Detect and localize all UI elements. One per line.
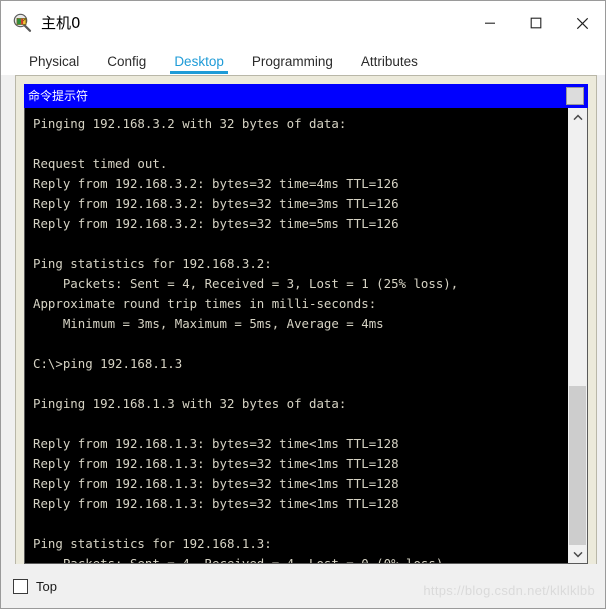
top-checkbox[interactable] bbox=[13, 578, 28, 594]
command-prompt-window: 命令提示符 Pinging 192.168.3.2 with 32 bytes … bbox=[24, 84, 588, 564]
window-controls bbox=[467, 1, 605, 45]
close-icon bbox=[576, 17, 588, 29]
top-checkbox-label: Top bbox=[36, 578, 57, 594]
bottom-bar: Top https://blog.csdn.net/klklklbb bbox=[1, 564, 605, 608]
window-titlebar: 主机0 bbox=[1, 1, 605, 45]
packet-tracer-host-icon bbox=[13, 13, 33, 33]
terminal-output[interactable]: Pinging 192.168.3.2 with 32 bytes of dat… bbox=[25, 108, 567, 563]
command-prompt-system-button[interactable] bbox=[566, 87, 584, 105]
window-title: 主机0 bbox=[41, 13, 81, 32]
scrollbar-track[interactable] bbox=[568, 126, 587, 545]
tab-config[interactable]: Config bbox=[93, 54, 160, 75]
minimize-icon bbox=[485, 22, 495, 24]
host-properties-window: 主机0 Physical Config Desktop Programming … bbox=[0, 0, 606, 609]
command-prompt-body: Pinging 192.168.3.2 with 32 bytes of dat… bbox=[24, 108, 588, 564]
chevron-down-icon bbox=[572, 551, 583, 557]
tab-desktop[interactable]: Desktop bbox=[160, 54, 238, 75]
scrollbar-up-button[interactable] bbox=[568, 108, 587, 126]
minimize-button[interactable] bbox=[467, 1, 513, 45]
desktop-panel: 命令提示符 Pinging 192.168.3.2 with 32 bytes … bbox=[15, 75, 597, 564]
tab-programming[interactable]: Programming bbox=[238, 54, 347, 75]
scrollbar-down-button[interactable] bbox=[568, 545, 587, 563]
top-checkbox-group[interactable]: Top bbox=[13, 578, 57, 594]
window-title-group: 主机0 bbox=[1, 13, 81, 33]
maximize-icon bbox=[530, 17, 542, 29]
tab-attributes[interactable]: Attributes bbox=[347, 54, 432, 75]
maximize-button[interactable] bbox=[513, 1, 559, 45]
chevron-up-icon bbox=[572, 114, 583, 120]
scrollbar-thumb[interactable] bbox=[569, 385, 586, 545]
close-button[interactable] bbox=[559, 1, 605, 45]
terminal-scrollbar[interactable] bbox=[567, 108, 587, 563]
command-prompt-title: 命令提示符 bbox=[28, 89, 89, 103]
tab-bar: Physical Config Desktop Programming Attr… bbox=[1, 45, 605, 75]
tab-physical[interactable]: Physical bbox=[15, 54, 93, 75]
watermark-text: https://blog.csdn.net/klklklbb bbox=[423, 583, 595, 598]
command-prompt-titlebar: 命令提示符 bbox=[24, 84, 588, 108]
